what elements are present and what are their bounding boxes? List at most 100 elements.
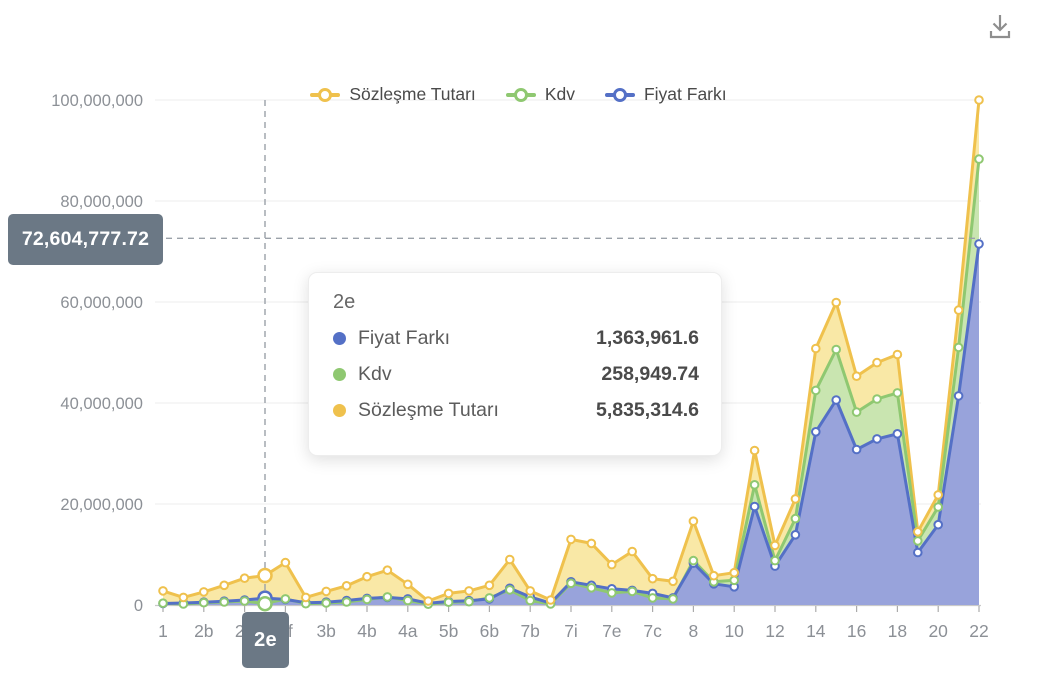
data-point-marker[interactable] — [282, 559, 290, 567]
data-point-marker[interactable] — [894, 389, 902, 397]
data-point-marker[interactable] — [220, 598, 228, 606]
data-point-marker[interactable] — [506, 556, 514, 564]
data-point-marker[interactable] — [200, 588, 208, 596]
data-point-marker[interactable] — [873, 359, 881, 367]
data-point-marker[interactable] — [832, 396, 840, 404]
data-point-marker[interactable] — [404, 581, 412, 589]
data-point-marker[interactable] — [792, 515, 800, 523]
legend-item-fiyat-farki[interactable]: Fiyat Farkı — [605, 84, 727, 105]
data-point-marker[interactable] — [445, 598, 453, 606]
highlighted-data-point[interactable] — [259, 597, 272, 610]
data-point-marker[interactable] — [628, 588, 636, 596]
data-point-marker[interactable] — [955, 306, 963, 314]
data-point-marker[interactable] — [914, 549, 922, 557]
data-point-marker[interactable] — [751, 481, 759, 489]
data-point-marker[interactable] — [894, 430, 902, 438]
data-point-marker[interactable] — [690, 557, 698, 565]
data-point-marker[interactable] — [792, 495, 800, 503]
data-point-marker[interactable] — [608, 589, 616, 597]
data-point-marker[interactable] — [465, 598, 473, 606]
data-point-marker[interactable] — [853, 446, 861, 454]
x-axis-label: 1 — [158, 621, 168, 641]
data-point-marker[interactable] — [567, 536, 575, 544]
data-point-marker[interactable] — [669, 595, 677, 603]
data-point-marker[interactable] — [241, 597, 249, 605]
data-point-marker[interactable] — [792, 531, 800, 539]
data-point-marker[interactable] — [955, 344, 963, 352]
data-point-marker[interactable] — [567, 580, 575, 588]
data-point-marker[interactable] — [363, 573, 371, 581]
data-point-marker[interactable] — [832, 299, 840, 307]
data-point-marker[interactable] — [812, 428, 820, 436]
data-point-marker[interactable] — [649, 575, 657, 583]
data-point-marker[interactable] — [322, 588, 330, 596]
data-point-marker[interactable] — [873, 435, 881, 443]
data-point-marker[interactable] — [486, 594, 494, 602]
legend-marker-ring — [318, 88, 332, 102]
x-axis-label: 2b — [194, 621, 213, 641]
tooltip-series-label: Fiyat Farkı — [358, 327, 450, 350]
data-point-marker[interactable] — [934, 521, 942, 529]
data-point-marker[interactable] — [914, 528, 922, 536]
data-point-marker[interactable] — [730, 569, 738, 577]
data-point-marker[interactable] — [751, 503, 759, 511]
data-point-marker[interactable] — [322, 599, 330, 607]
data-point-marker[interactable] — [506, 586, 514, 594]
data-point-marker[interactable] — [363, 596, 371, 604]
data-point-marker[interactable] — [200, 599, 208, 607]
data-point-marker[interactable] — [751, 447, 759, 455]
legend-item-label: Kdv — [545, 84, 575, 105]
data-point-marker[interactable] — [343, 598, 351, 606]
data-point-marker[interactable] — [975, 240, 983, 248]
data-point-marker[interactable] — [934, 503, 942, 511]
data-point-marker[interactable] — [159, 587, 167, 595]
x-axis-label: 7e — [602, 621, 621, 641]
data-point-marker[interactable] — [159, 599, 167, 607]
data-point-marker[interactable] — [302, 594, 310, 602]
data-point-marker[interactable] — [771, 542, 779, 550]
data-point-marker[interactable] — [628, 548, 636, 556]
data-point-marker[interactable] — [853, 408, 861, 416]
data-point-marker[interactable] — [975, 155, 983, 163]
download-button[interactable] — [985, 11, 1015, 41]
data-point-marker[interactable] — [771, 557, 779, 565]
data-point-marker[interactable] — [384, 566, 392, 574]
data-point-marker[interactable] — [424, 597, 432, 605]
legend-item-sozlesme-tutari[interactable]: Sözleşme Tutarı — [310, 84, 475, 105]
data-point-marker[interactable] — [241, 574, 249, 582]
data-point-marker[interactable] — [465, 587, 473, 595]
data-point-marker[interactable] — [486, 582, 494, 590]
data-point-marker[interactable] — [282, 595, 290, 603]
data-point-marker[interactable] — [812, 345, 820, 353]
data-point-marker[interactable] — [873, 395, 881, 403]
legend-series-marker-icon — [506, 88, 536, 102]
data-point-marker[interactable] — [526, 597, 534, 605]
data-point-marker[interactable] — [710, 572, 718, 580]
data-point-marker[interactable] — [588, 540, 596, 548]
data-point-marker[interactable] — [669, 578, 677, 586]
x-axis-label: 7b — [520, 621, 539, 641]
data-point-marker[interactable] — [608, 561, 616, 569]
data-point-marker[interactable] — [526, 587, 534, 595]
data-point-marker[interactable] — [914, 537, 922, 545]
data-point-marker[interactable] — [588, 584, 596, 592]
highlighted-data-point[interactable] — [259, 569, 272, 582]
data-point-marker[interactable] — [180, 594, 188, 602]
page: { "toolbar": { "download_tooltip": "down… — [0, 0, 1037, 690]
data-point-marker[interactable] — [384, 593, 392, 601]
data-point-marker[interactable] — [812, 387, 820, 395]
data-point-marker[interactable] — [955, 392, 963, 400]
data-point-marker[interactable] — [220, 582, 228, 590]
data-point-marker[interactable] — [934, 491, 942, 499]
data-point-marker[interactable] — [690, 517, 698, 525]
data-point-marker[interactable] — [404, 597, 412, 605]
data-point-marker[interactable] — [547, 596, 555, 604]
data-point-marker[interactable] — [730, 577, 738, 585]
data-point-marker[interactable] — [445, 590, 453, 598]
data-point-marker[interactable] — [853, 372, 861, 380]
data-point-marker[interactable] — [832, 346, 840, 354]
data-point-marker[interactable] — [894, 351, 902, 359]
data-point-marker[interactable] — [649, 594, 657, 602]
legend-item-kdv[interactable]: Kdv — [506, 84, 575, 105]
data-point-marker[interactable] — [343, 582, 351, 590]
